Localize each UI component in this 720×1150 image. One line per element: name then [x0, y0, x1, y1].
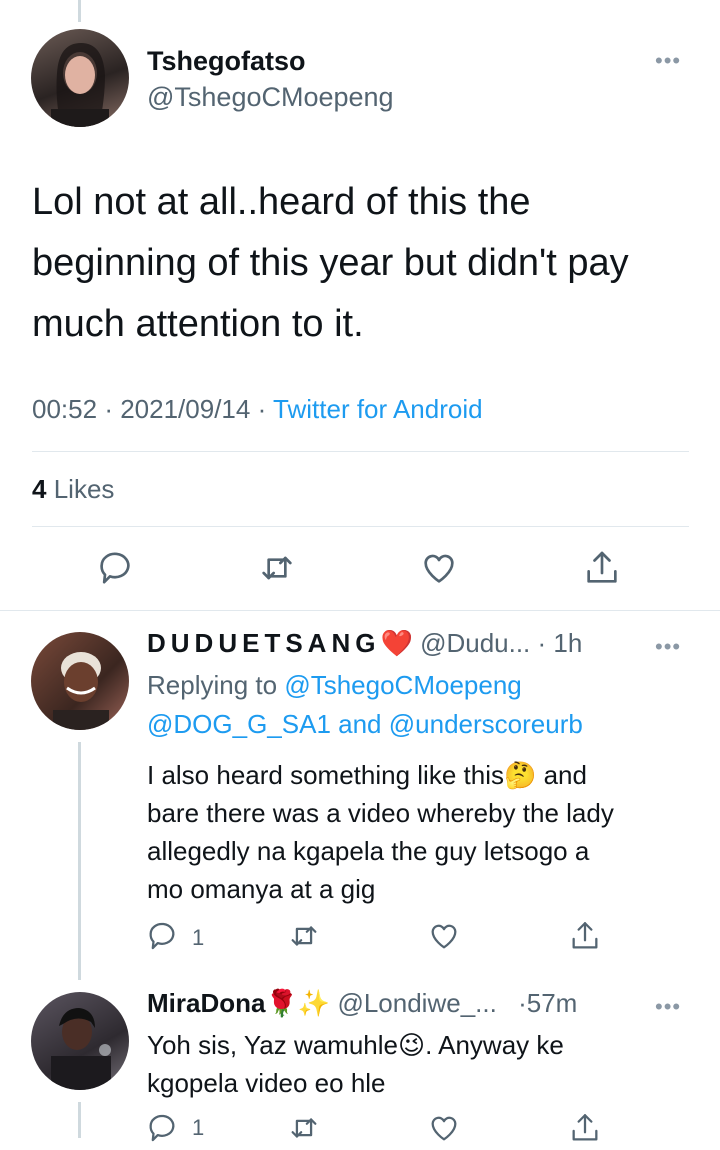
main-share-button[interactable] — [580, 546, 624, 590]
main-text-line-3: much attention to it. — [32, 303, 364, 345]
reply2-like-button[interactable] — [422, 1106, 466, 1150]
main-reply-button[interactable] — [93, 546, 137, 590]
main-meta-row: 00:52 · 2021/09/14 · Twitter for Android — [32, 394, 483, 425]
reply1-reply-count: 1 — [192, 925, 205, 950]
main-time: 00:52 — [32, 394, 98, 424]
thread-line-reply2 — [78, 1102, 81, 1138]
red-heart-icon: ❤️ — [380, 628, 413, 658]
retweet-icon — [291, 926, 317, 946]
reply1-retweet-button[interactable] — [282, 914, 326, 958]
share-icon — [572, 922, 598, 949]
reply2-share-button[interactable] — [563, 1106, 607, 1150]
avatar-duduetsang[interactable] — [31, 632, 129, 730]
main-handle[interactable]: @TshegoCMoepeng — [147, 82, 394, 113]
main-like-button[interactable] — [417, 546, 461, 590]
meta-separator-1: · — [104, 394, 113, 424]
reply1-text-line-4: mo omanya at a gig — [147, 874, 376, 904]
reply1-more-icon[interactable]: ••• — [655, 636, 681, 658]
reply2-reply-count: 1 — [192, 1115, 205, 1140]
main-retweet-button[interactable] — [255, 546, 299, 590]
avatar-image — [51, 1008, 111, 1090]
divider-2 — [32, 526, 689, 527]
likes-summary[interactable]: 4 Likes — [32, 474, 114, 505]
reply2-retweet-button[interactable] — [282, 1106, 326, 1150]
share-icon — [572, 1114, 598, 1141]
reply1-display-name[interactable]: DUDUETSANG — [147, 628, 380, 658]
reply1-handle[interactable]: @Dudu... — [420, 628, 530, 658]
replying-to-mention-3[interactable]: @underscoreurb — [389, 709, 583, 739]
reply1-text-line-2: bare there was a video whereby the lady — [147, 798, 614, 828]
replying-and: and — [338, 709, 382, 739]
reply2-text-line-2: kgopela video eo hle — [147, 1068, 386, 1098]
reply2-text: Yoh sis, Yaz wamuhle😉. Anyway ke kgopela… — [147, 1026, 564, 1102]
retweet-icon — [262, 556, 292, 580]
reply1-header: DUDUETSANG❤️ @Dudu... · 1h — [147, 628, 582, 659]
thread-line-top — [78, 0, 81, 22]
heart-icon — [424, 554, 454, 583]
heart-icon — [431, 1116, 457, 1141]
reply1-text-line-3: allegedly na kgapela the guy letsogo a — [147, 836, 590, 866]
reply-icon — [149, 1114, 175, 1142]
winking-face-icon: 😉 — [398, 1030, 426, 1060]
main-tweet-text: Lol not at all..heard of this the beginn… — [32, 172, 629, 355]
replying-to-mention-1[interactable]: @TshegoCMoepeng — [284, 670, 521, 700]
main-text-line-2: beginning of this year but didn't pay — [32, 242, 629, 284]
reply1-like-button[interactable] — [422, 914, 466, 958]
main-text-line-1: Lol not at all..heard of this the — [32, 181, 531, 223]
reply1-text-line-1: I also heard something like this🤔 and — [147, 760, 587, 790]
main-source-link[interactable]: Twitter for Android — [273, 394, 483, 424]
main-more-icon[interactable]: ••• — [655, 50, 681, 72]
reply1-replying-line2: @DOG_G_SA1 and @underscoreurb — [147, 709, 583, 740]
reply1-reply-button[interactable] — [140, 914, 184, 958]
thinking-face-icon: 🤔 — [503, 760, 537, 790]
reply1-share-button[interactable] — [563, 914, 607, 958]
rose-sparkles-icon: 🌹✨ — [265, 988, 331, 1018]
heart-icon — [431, 924, 457, 949]
avatar-image — [51, 43, 109, 127]
thread-line-reply1 — [78, 742, 81, 980]
likes-count: 4 — [32, 474, 47, 504]
replying-to-label: Replying to — [147, 670, 278, 700]
share-icon — [587, 551, 617, 583]
reply-icon — [149, 922, 175, 950]
meta-separator-2: · — [257, 394, 267, 424]
reply1-text: I also heard something like this🤔 and ba… — [147, 756, 614, 908]
avatar-tshegofatso[interactable] — [31, 29, 129, 127]
likes-label: Likes — [53, 474, 115, 504]
divider-1 — [32, 451, 689, 452]
main-display-name[interactable]: Tshegofatso — [147, 46, 306, 77]
reply1-age: · 1h — [537, 628, 583, 658]
reply2-text-line-1: Yoh sis, Yaz wamuhle😉. Anyway ke — [147, 1030, 564, 1060]
replying-to-mention-2[interactable]: @DOG_G_SA1 — [147, 709, 331, 739]
reply2-header: MiraDona🌹✨ @Londiwe_... ·57m — [147, 988, 577, 1019]
retweet-icon — [291, 1118, 317, 1138]
reply2-handle[interactable]: @Londiwe_... — [337, 988, 496, 1018]
divider-3 — [0, 610, 720, 611]
main-date: 2021/09/14 — [120, 394, 251, 424]
avatar-image — [53, 652, 109, 730]
reply2-reply-button[interactable] — [140, 1106, 184, 1150]
reply2-age: ·57m — [518, 988, 578, 1018]
reply2-display-name[interactable]: MiraDona — [147, 988, 265, 1018]
reply-icon — [100, 552, 130, 584]
avatar-miradona[interactable] — [31, 992, 129, 1090]
reply2-more-icon[interactable]: ••• — [655, 996, 681, 1018]
reply1-replying-line1: Replying to @TshegoCMoepeng — [147, 670, 522, 701]
